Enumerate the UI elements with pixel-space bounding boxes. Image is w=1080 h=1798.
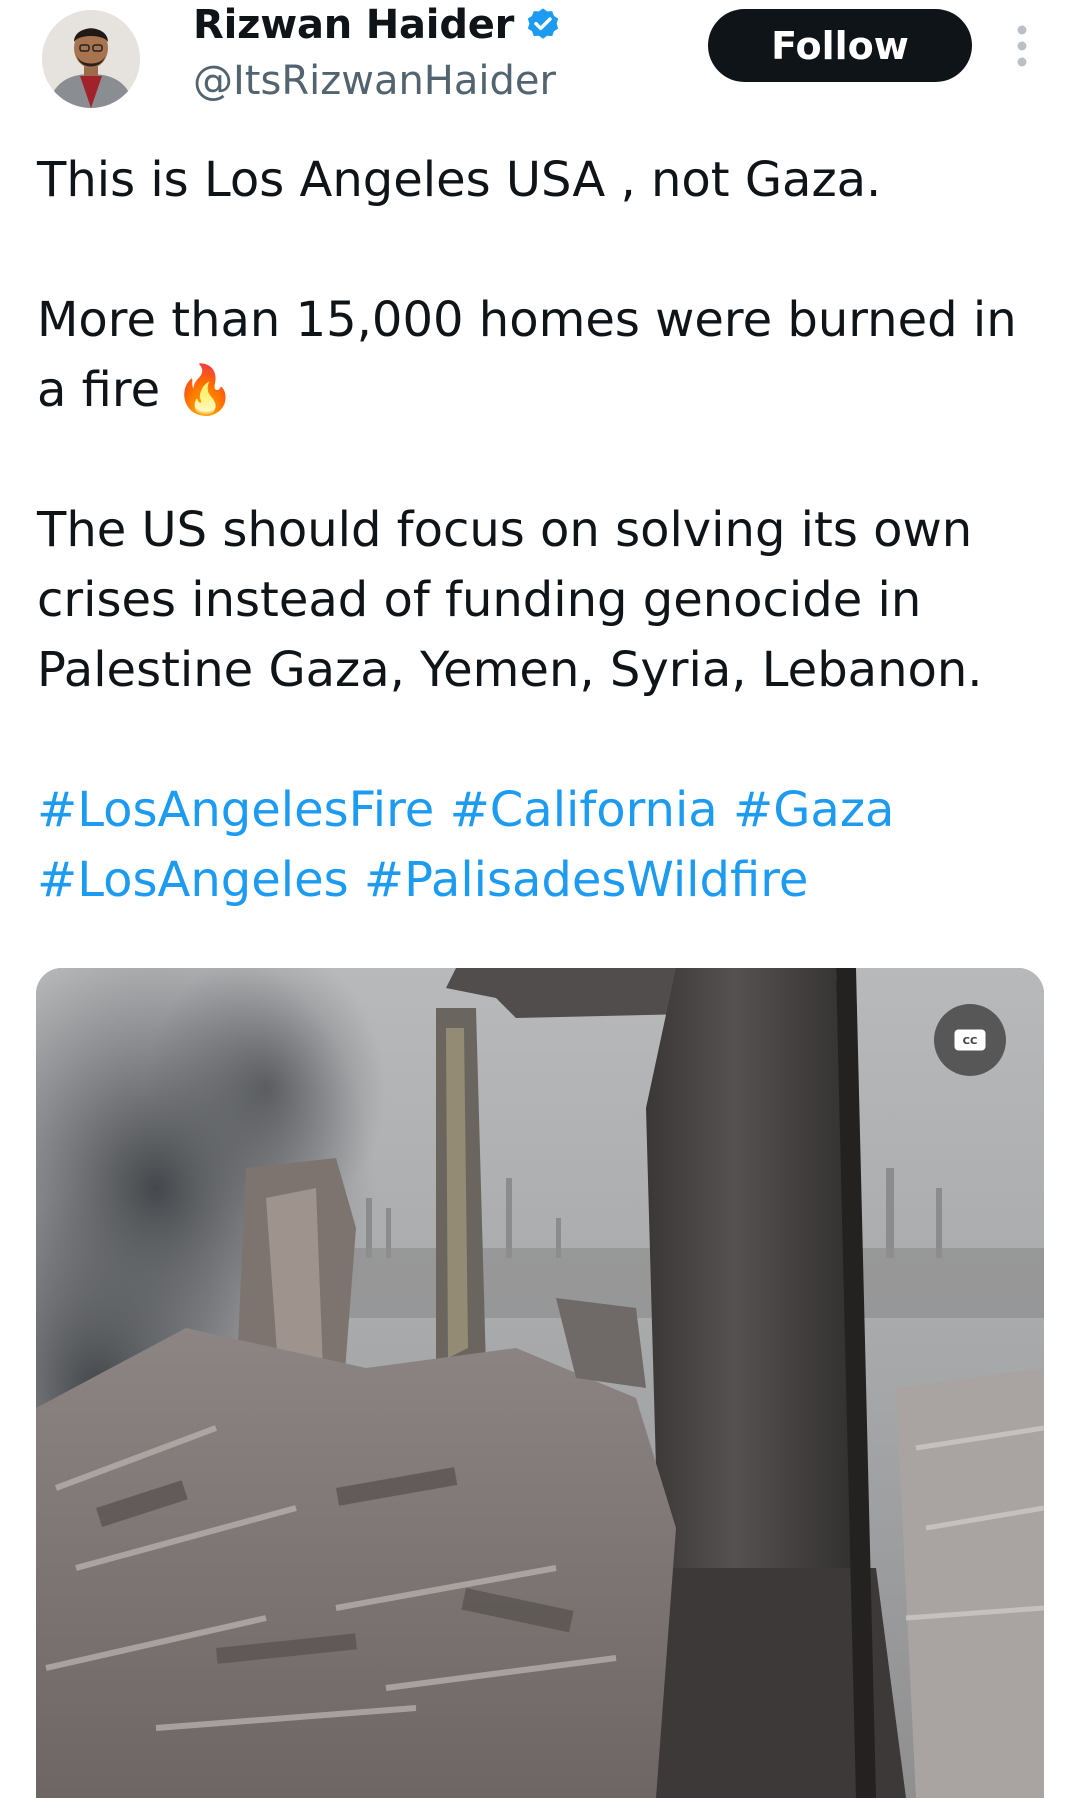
author-name-row[interactable]: Rizwan Haider: [193, 2, 562, 48]
tweet-line-3: The US should focus on solving its own c…: [37, 502, 983, 698]
verified-badge-icon: [528, 8, 559, 39]
video-player[interactable]: [36, 968, 1044, 1798]
author-handle[interactable]: @ItsRizwanHaider: [193, 58, 556, 104]
tweet-text: This is Los Angeles USA , not Gaza. More…: [37, 145, 1047, 915]
fire-emoji: 🔥: [175, 362, 236, 418]
hashtag-link[interactable]: #LosAngelesFire: [37, 782, 434, 838]
tweet-line-2: More than 15,000 homes were burned in a …: [37, 285, 1047, 425]
captions-button[interactable]: CC: [934, 1004, 1006, 1076]
avatar[interactable]: [42, 10, 140, 108]
hashtag-link[interactable]: #PalisadesWildfire: [364, 852, 809, 908]
hashtag-list: #LosAngelesFire #California #Gaza #LosAn…: [37, 775, 1047, 915]
hashtag-link[interactable]: #LosAngeles: [37, 852, 349, 908]
more-vertical-icon[interactable]: [1010, 22, 1034, 70]
closed-captions-icon: CC: [954, 1029, 986, 1051]
hashtag-link[interactable]: #California: [450, 782, 718, 838]
tweet-line-1: This is Los Angeles USA , not Gaza.: [37, 152, 882, 208]
display-name[interactable]: Rizwan Haider: [193, 2, 514, 48]
hashtag-link[interactable]: #Gaza: [733, 782, 894, 838]
follow-button[interactable]: Follow: [708, 9, 972, 82]
video-frame: [36, 968, 1044, 1798]
tweet-header: Rizwan Haider @ItsRizwanHaider Follow: [0, 0, 1080, 130]
cc-label: CC: [963, 1036, 978, 1047]
